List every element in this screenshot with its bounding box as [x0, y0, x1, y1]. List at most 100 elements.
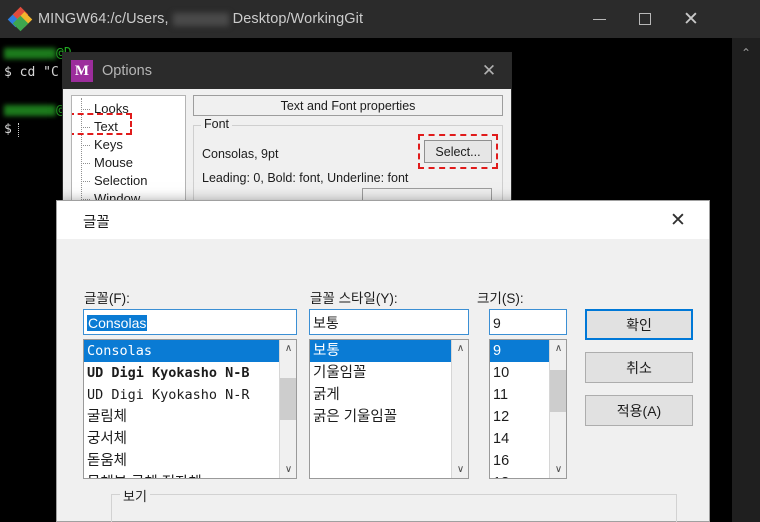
list-item[interactable]: 11 [490, 384, 549, 406]
font-detail-value: Leading: 0, Bold: font, Underline: font [202, 171, 409, 185]
sidebar-item-label: Keys [94, 137, 123, 152]
terminal-scrollbar[interactable]: ⌃ [732, 38, 760, 522]
apply-button[interactable]: 적용(A) [585, 395, 693, 426]
list-item[interactable]: 14 [490, 428, 549, 450]
minimize-button[interactable] [576, 0, 622, 38]
sidebar-item-looks[interactable]: Looks [72, 100, 185, 118]
font-dialog-body: 글꼴(F): 글꼴 스타일(Y): 크기(S): Consolas 보통 9 C… [57, 239, 709, 522]
font-dialog-titlebar[interactable]: 글꼴 ✕ [57, 201, 709, 239]
options-category-tree[interactable]: Looks Text Keys Mouse Selection Window [71, 95, 186, 203]
list-item[interactable]: 문체부 궁체 정자체 [84, 472, 279, 478]
font-family-input-value: Consolas [87, 315, 148, 331]
sidebar-item-label: Mouse [94, 155, 134, 170]
font-size-scrollbar[interactable]: ∧ ∨ [549, 340, 566, 478]
list-item[interactable]: 9 [490, 340, 549, 362]
scroll-up-icon[interactable]: ∧ [550, 340, 566, 357]
font-size-list[interactable]: 9 10 11 12 14 16 18 ∧ ∨ [489, 339, 567, 479]
font-group-label: Font [201, 117, 233, 131]
scrollbar-thumb[interactable] [550, 370, 566, 412]
list-item[interactable]: 돋움체 [84, 450, 279, 472]
list-item[interactable]: 18 [490, 472, 549, 478]
options-close-button[interactable]: ✕ [467, 53, 511, 89]
list-item[interactable]: 기울임꼴 [310, 362, 451, 384]
sidebar-item-label: Selection [94, 173, 148, 188]
options-dialog-title: Options [102, 63, 152, 79]
font-dialog-close-button[interactable]: ✕ [655, 201, 701, 239]
sidebar-item-label: Text [94, 119, 118, 134]
list-item[interactable]: 16 [490, 450, 549, 472]
sidebar-item-keys[interactable]: Keys [72, 136, 185, 154]
list-item[interactable]: 보통 [310, 340, 451, 362]
font-chooser-dialog: 글꼴 ✕ 글꼴(F): 글꼴 스타일(Y): 크기(S): Consolas 보… [56, 200, 710, 522]
preview-group-box: 보기 [111, 486, 677, 522]
font-family-scrollbar[interactable]: ∧ ∨ [279, 340, 296, 478]
font-group-box: Font Consolas, 9pt Leading: 0, Bold: fon… [193, 117, 503, 208]
font-style-list[interactable]: 보통 기울임꼴 굵게 굵은 기울임꼴 ∧ ∨ [309, 339, 469, 479]
panel-header: Text and Font properties [193, 95, 503, 116]
scroll-down-icon[interactable]: ∨ [280, 461, 296, 478]
font-dialog-title: 글꼴 [83, 215, 110, 231]
list-item[interactable]: 궁서체 [84, 428, 279, 450]
scroll-down-icon[interactable]: ∨ [452, 461, 468, 478]
font-family-label: 글꼴(F): [84, 291, 130, 306]
list-item[interactable]: 10 [490, 362, 549, 384]
font-size-list-inner: 9 10 11 12 14 16 18 [490, 340, 549, 478]
list-item[interactable]: 굵은 기울임꼴 [310, 406, 451, 428]
font-size-label: 크기(S): [477, 291, 524, 306]
terminal-title: MINGW64:/c/Users, Desktop/WorkingGit [38, 11, 364, 27]
list-item[interactable]: 굴림체 [84, 406, 279, 428]
sidebar-item-selection[interactable]: Selection [72, 172, 185, 190]
terminal-title-suffix: Desktop/WorkingGit [232, 11, 364, 27]
options-panel: Text and Font properties Font Consolas, … [193, 95, 503, 208]
terminal-titlebar[interactable]: MINGW64:/c/Users, Desktop/WorkingGit ✕ [0, 0, 760, 38]
font-family-input[interactable]: Consolas [83, 309, 297, 335]
terminal-command: cd "C [19, 65, 59, 80]
terminal-title-prefix: MINGW64:/c/Users [38, 11, 165, 27]
scrollbar-thumb[interactable] [280, 378, 296, 420]
scroll-down-icon[interactable]: ∨ [550, 461, 566, 478]
list-item[interactable]: UD Digi Kyokasho N-R [84, 384, 279, 406]
list-item[interactable]: Consolas [84, 340, 279, 362]
minimize-icon [592, 18, 606, 20]
maximize-icon [639, 13, 651, 25]
screen: MINGW64:/c/Users,Desktop/WorkingGit ✕ @D… [0, 0, 760, 522]
mintty-m-icon: M [71, 60, 93, 82]
ok-button[interactable]: 확인 [585, 309, 693, 340]
redacted-user-host [4, 48, 56, 59]
font-size-input[interactable]: 9 [489, 309, 567, 335]
font-style-label: 글꼴 스타일(Y): [310, 291, 398, 306]
close-icon: ✕ [481, 61, 497, 81]
list-item[interactable]: UD Digi Kyokasho N-B [84, 362, 279, 384]
options-content: Looks Text Keys Mouse Selection Window T… [63, 89, 511, 208]
close-icon: ✕ [683, 7, 699, 30]
font-style-input-value: 보통 [313, 315, 339, 331]
sidebar-item-text[interactable]: Text [72, 118, 185, 136]
redacted-username [172, 12, 229, 26]
select-font-button[interactable]: Select... [424, 140, 492, 163]
font-style-input[interactable]: 보통 [309, 309, 469, 335]
options-dialog: M Options ✕ Looks Text Keys Mouse Select… [62, 52, 512, 208]
scroll-up-icon[interactable]: ∧ [280, 340, 296, 357]
cancel-button[interactable]: 취소 [585, 352, 693, 383]
list-item[interactable]: 12 [490, 406, 549, 428]
scroll-up-icon[interactable]: ∧ [452, 340, 468, 357]
preview-label: 보기 [120, 486, 150, 505]
font-family-list-inner: Consolas UD Digi Kyokasho N-B UD Digi Ky… [84, 340, 279, 478]
font-style-scrollbar[interactable]: ∧ ∨ [451, 340, 468, 478]
font-style-list-inner: 보통 기울임꼴 굵게 굵은 기울임꼴 [310, 340, 451, 478]
sidebar-item-label: Looks [94, 101, 129, 116]
terminal-cursor [17, 122, 19, 137]
options-titlebar[interactable]: M Options ✕ [63, 53, 511, 89]
font-size-input-value: 9 [493, 315, 501, 331]
mingw-diamond-icon [7, 6, 33, 32]
sidebar-item-mouse[interactable]: Mouse [72, 154, 185, 172]
close-icon: ✕ [670, 209, 686, 231]
terminal-prompt: $ [4, 65, 12, 80]
close-button[interactable]: ✕ [668, 0, 714, 38]
maximize-button[interactable] [622, 0, 668, 38]
redacted-user-host [4, 105, 56, 116]
current-font-value: Consolas, 9pt [202, 147, 279, 161]
list-item[interactable]: 굵게 [310, 384, 451, 406]
scroll-up-icon[interactable]: ⌃ [732, 42, 760, 64]
font-family-list[interactable]: Consolas UD Digi Kyokasho N-B UD Digi Ky… [83, 339, 297, 479]
